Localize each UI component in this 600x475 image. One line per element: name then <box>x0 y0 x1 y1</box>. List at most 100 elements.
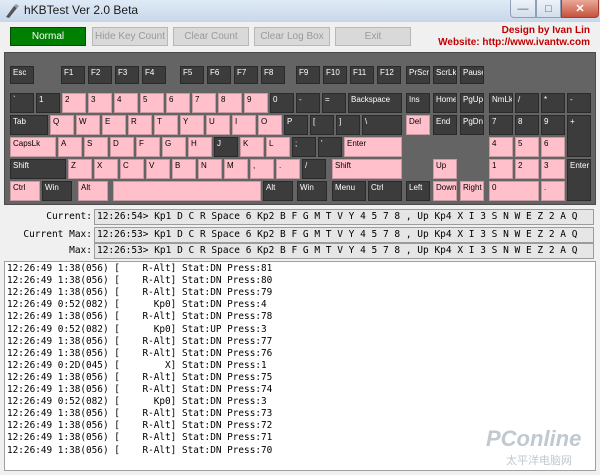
key-enter[interactable]: Enter <box>344 137 402 157</box>
key-v[interactable]: V <box>146 159 170 179</box>
key-slash[interactable]: / <box>302 159 326 179</box>
key-6[interactable]: 6 <box>166 93 190 113</box>
key-o[interactable]: O <box>258 115 282 135</box>
key-num-enter[interactable]: Enter <box>567 159 591 201</box>
key-num-minus[interactable]: - <box>567 93 591 113</box>
key-comma[interactable]: , <box>250 159 274 179</box>
key-i[interactable]: I <box>232 115 256 135</box>
key-l[interactable]: L <box>266 137 290 157</box>
clear-count-button[interactable]: Clear Count <box>173 27 249 46</box>
website-link[interactable]: Website: http://www.ivantw.com <box>438 37 590 48</box>
key-q[interactable]: Q <box>50 115 74 135</box>
close-button[interactable]: ✕ <box>561 0 599 18</box>
key-3[interactable]: 3 <box>88 93 112 113</box>
clear-log-box-button[interactable]: Clear Log Box <box>254 27 330 46</box>
key-s[interactable]: S <box>84 137 108 157</box>
key-h[interactable]: H <box>188 137 212 157</box>
key-t[interactable]: T <box>154 115 178 135</box>
key-m[interactable]: M <box>224 159 248 179</box>
key-left-alt[interactable]: Alt <box>78 181 108 201</box>
key-right-alt[interactable]: Alt <box>263 181 293 201</box>
key-num-6[interactable]: 6 <box>541 137 565 157</box>
key-r[interactable]: R <box>128 115 152 135</box>
key-5[interactable]: 5 <box>140 93 164 113</box>
key-w[interactable]: W <box>76 115 100 135</box>
exit-button[interactable]: Exit <box>335 27 411 46</box>
key-right-shift[interactable]: Shift <box>332 159 402 179</box>
key-f7[interactable]: F7 <box>234 66 258 84</box>
key-f5[interactable]: F5 <box>180 66 204 84</box>
key-num-multiply[interactable]: * <box>541 93 565 113</box>
key-left-win[interactable]: Win <box>42 181 72 201</box>
key-right[interactable]: Right <box>460 181 484 201</box>
maximize-button[interactable]: □ <box>536 0 561 18</box>
key-num-0[interactable]: 0 <box>489 181 539 201</box>
key-c[interactable]: C <box>120 159 144 179</box>
key-backtick[interactable]: ` <box>10 93 34 113</box>
normal-button[interactable]: Normal <box>10 27 86 46</box>
key-g[interactable]: G <box>162 137 186 157</box>
key-equals[interactable]: = <box>322 93 346 113</box>
key-pgdn[interactable]: PgDn <box>460 115 484 135</box>
key-y[interactable]: Y <box>180 115 204 135</box>
key-pgup[interactable]: PgUp <box>460 93 484 113</box>
key-8[interactable]: 8 <box>218 93 242 113</box>
key-right-win[interactable]: Win <box>297 181 327 201</box>
key-n[interactable]: N <box>198 159 222 179</box>
key-num-plus[interactable]: + <box>567 115 591 157</box>
key-j[interactable]: J <box>214 137 238 157</box>
key-end[interactable]: End <box>433 115 457 135</box>
key-d[interactable]: D <box>110 137 134 157</box>
key-num-7[interactable]: 7 <box>489 115 513 135</box>
key-left-ctrl[interactable]: Ctrl <box>10 181 40 201</box>
key-minus[interactable]: - <box>296 93 320 113</box>
key-f3[interactable]: F3 <box>115 66 139 84</box>
key-scrlk[interactable]: ScrLk <box>433 66 457 84</box>
key-num-5[interactable]: 5 <box>515 137 539 157</box>
key-del[interactable]: Del <box>406 115 430 135</box>
minimize-button[interactable]: — <box>510 0 536 18</box>
key-tab[interactable]: Tab <box>10 115 48 135</box>
key-4[interactable]: 4 <box>114 93 138 113</box>
key-f4[interactable]: F4 <box>142 66 166 84</box>
key-f8[interactable]: F8 <box>261 66 285 84</box>
key-f6[interactable]: F6 <box>207 66 231 84</box>
key-0[interactable]: 0 <box>270 93 294 113</box>
key-num-1[interactable]: 1 <box>489 159 513 179</box>
key-e[interactable]: E <box>102 115 126 135</box>
key-b[interactable]: B <box>172 159 196 179</box>
key-left[interactable]: Left <box>406 181 430 201</box>
key-backspace[interactable]: Backspace <box>348 93 402 113</box>
key-prscr[interactable]: PrScr <box>406 66 430 84</box>
key-right-ctrl[interactable]: Ctrl <box>368 181 402 201</box>
key-left-bracket[interactable]: [ <box>310 115 334 135</box>
key-num-4[interactable]: 4 <box>489 137 513 157</box>
key-space[interactable] <box>113 181 261 201</box>
key-f2[interactable]: F2 <box>88 66 112 84</box>
key-up[interactable]: Up <box>433 159 457 179</box>
key-esc[interactable]: Esc <box>10 66 34 84</box>
key-f[interactable]: F <box>136 137 160 157</box>
key-left-shift[interactable]: Shift <box>10 159 66 179</box>
key-home[interactable]: Home <box>433 93 457 113</box>
key-pause[interactable]: Pause <box>460 66 484 84</box>
key-9[interactable]: 9 <box>244 93 268 113</box>
key-x[interactable]: X <box>94 159 118 179</box>
key-num-2[interactable]: 2 <box>515 159 539 179</box>
key-quote[interactable]: ' <box>318 137 342 157</box>
key-capslock[interactable]: CapsLk <box>10 137 56 157</box>
key-right-bracket[interactable]: ] <box>336 115 360 135</box>
key-f10[interactable]: F10 <box>323 66 347 84</box>
key-num-9[interactable]: 9 <box>541 115 565 135</box>
key-backslash[interactable]: \ <box>362 115 402 135</box>
key-7[interactable]: 7 <box>192 93 216 113</box>
key-k[interactable]: K <box>240 137 264 157</box>
key-z[interactable]: Z <box>68 159 92 179</box>
key-u[interactable]: U <box>206 115 230 135</box>
key-f1[interactable]: F1 <box>61 66 85 84</box>
key-num-3[interactable]: 3 <box>541 159 565 179</box>
key-p[interactable]: P <box>284 115 308 135</box>
key-ins[interactable]: Ins <box>406 93 430 113</box>
key-f12[interactable]: F12 <box>377 66 401 84</box>
key-semicolon[interactable]: ; <box>292 137 316 157</box>
